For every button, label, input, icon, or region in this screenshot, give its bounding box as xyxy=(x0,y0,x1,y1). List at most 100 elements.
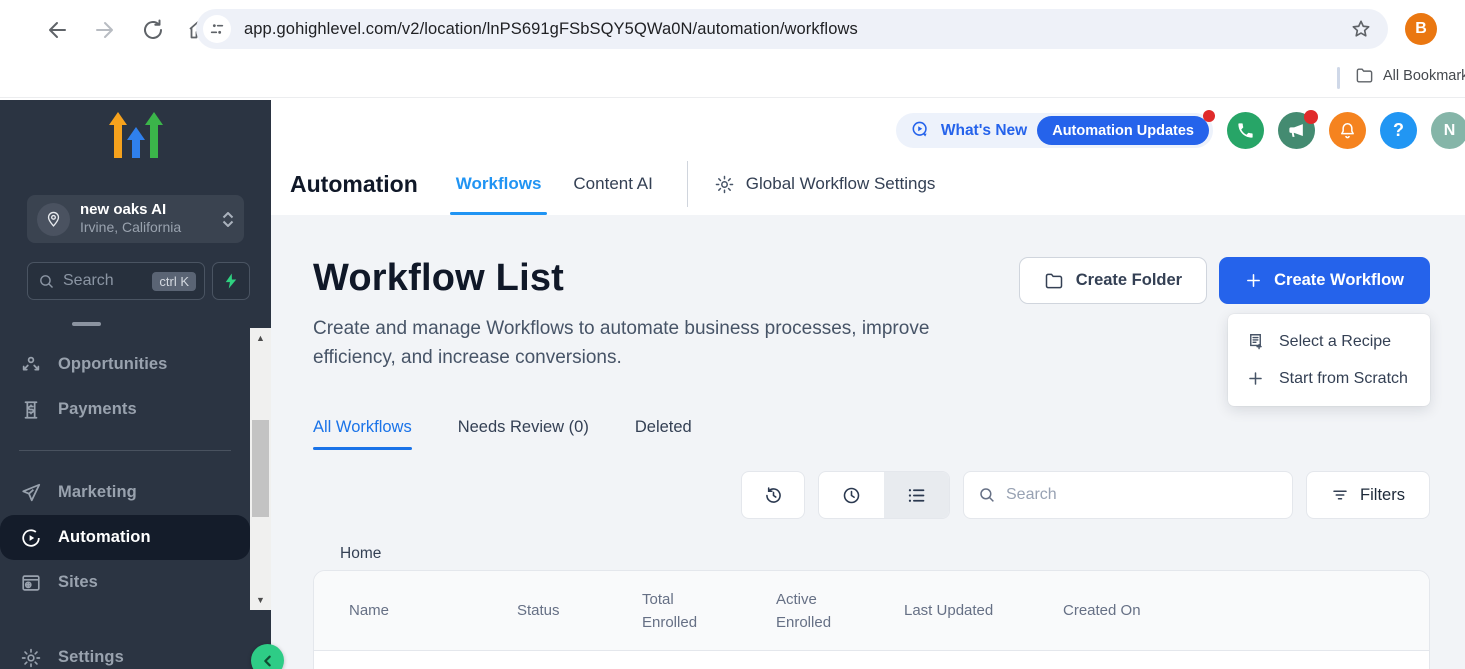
plus-icon xyxy=(1245,272,1262,289)
site-info-icon[interactable] xyxy=(203,15,231,43)
sidebar-collapse-button[interactable] xyxy=(251,644,284,669)
tab-all-workflows[interactable]: All Workflows xyxy=(313,418,412,450)
url-bar[interactable]: app.gohighlevel.com/v2/location/lnPS691g… xyxy=(196,9,1388,49)
content-header: Automation Workflows Content AI Global W… xyxy=(271,100,1465,215)
content-body: Workflow List Create and manage Workflow… xyxy=(271,215,1465,669)
sidebar-divider xyxy=(19,450,231,451)
payments-icon xyxy=(19,398,43,422)
back-icon[interactable] xyxy=(45,18,69,42)
sites-icon xyxy=(19,571,43,595)
sidebar-item-settings[interactable]: Settings xyxy=(0,635,250,669)
location-selector[interactable]: new oaks AI Irvine, California xyxy=(27,195,244,243)
url-text: app.gohighlevel.com/v2/location/lnPS691g… xyxy=(244,20,858,39)
bookmarks-bar: All Bookmarks xyxy=(0,58,1465,98)
history-icon xyxy=(763,485,784,506)
breadcrumb[interactable]: Home xyxy=(340,545,1465,563)
column-header-total-enrolled: Total Enrolled xyxy=(642,588,776,634)
menu-item-select-recipe[interactable]: Select a Recipe xyxy=(1228,323,1430,360)
location-pin-icon xyxy=(37,203,70,236)
bookmark-star-icon[interactable] xyxy=(1350,18,1372,40)
sidebar-search-input[interactable] xyxy=(63,272,152,290)
whats-new-label: What's New xyxy=(941,122,1027,140)
bell-icon xyxy=(1338,121,1357,140)
scrollbar-thumb[interactable] xyxy=(252,420,269,517)
notifications-button[interactable] xyxy=(1329,112,1366,149)
phone-icon xyxy=(1236,121,1255,140)
column-header-created-on: Created On xyxy=(1063,599,1429,622)
sidebar-item-marketing[interactable]: Marketing xyxy=(0,470,250,515)
column-header-name: Name xyxy=(314,599,517,622)
sidebar-item-opportunities[interactable]: Opportunities xyxy=(0,342,250,387)
automation-updates-badge[interactable]: Automation Updates xyxy=(1037,116,1209,145)
workflow-table: Name Status Total Enrolled Active Enroll… xyxy=(313,570,1430,669)
workflow-filter-tabs: All Workflows Needs Review (0) Deleted xyxy=(313,418,1465,450)
column-header-active-enrolled: Active Enrolled xyxy=(776,588,904,634)
list-toolbar: Filters xyxy=(271,471,1430,519)
tab-content-ai[interactable]: Content AI xyxy=(573,153,652,215)
announcements-button[interactable] xyxy=(1278,112,1315,149)
workflow-list-title: Workflow List xyxy=(313,257,1013,300)
location-name: new oaks AI xyxy=(80,201,166,218)
list-view-button[interactable] xyxy=(884,472,949,518)
browser-toolbar: app.gohighlevel.com/v2/location/lnPS691g… xyxy=(0,0,1465,58)
scrolled-item-fragment xyxy=(72,322,101,326)
workflow-search-input[interactable] xyxy=(1006,486,1278,504)
filters-button[interactable]: Filters xyxy=(1306,471,1430,519)
whats-new-icon xyxy=(910,120,931,141)
folder-icon xyxy=(1044,271,1064,291)
recent-view-button[interactable] xyxy=(819,472,884,518)
help-button[interactable]: ? xyxy=(1380,112,1417,149)
location-city: Irvine, California xyxy=(80,219,181,235)
create-folder-button[interactable]: Create Folder xyxy=(1019,257,1207,304)
scroll-up-arrow-icon[interactable]: ▲ xyxy=(250,330,271,346)
automation-icon xyxy=(19,526,43,550)
bookmarks-divider xyxy=(1337,67,1340,89)
forward-icon[interactable] xyxy=(93,18,117,42)
gear-icon xyxy=(714,174,735,195)
sidebar: new oaks AI Irvine, California ctrl K Op… xyxy=(0,100,271,669)
sidebar-item-payments[interactable]: Payments xyxy=(0,387,250,432)
whats-new-pill[interactable]: What's New Automation Updates xyxy=(896,113,1213,148)
gear-icon xyxy=(19,646,43,669)
screen: app.gohighlevel.com/v2/location/lnPS691g… xyxy=(0,0,1465,669)
quick-actions-button[interactable] xyxy=(212,262,250,300)
column-header-last-updated: Last Updated xyxy=(904,599,1063,622)
all-bookmarks-button[interactable]: All Bookmarks xyxy=(1355,66,1465,85)
view-toggle xyxy=(818,471,950,519)
recipe-icon xyxy=(1246,332,1265,351)
main-content: Automation Workflows Content AI Global W… xyxy=(271,100,1465,669)
menu-item-start-from-scratch[interactable]: Start from Scratch xyxy=(1228,360,1430,397)
filter-icon xyxy=(1331,486,1349,504)
workflow-search[interactable] xyxy=(963,471,1293,519)
list-icon xyxy=(906,485,927,506)
tab-needs-review[interactable]: Needs Review (0) xyxy=(458,418,589,450)
page-head-text: Workflow List Create and manage Workflow… xyxy=(313,257,1013,372)
browser-profile-avatar[interactable]: B xyxy=(1405,13,1437,45)
phone-button[interactable] xyxy=(1227,112,1264,149)
reload-icon[interactable] xyxy=(141,18,165,42)
user-avatar[interactable]: N xyxy=(1431,112,1465,149)
megaphone-icon xyxy=(1287,121,1306,140)
chevron-left-icon xyxy=(260,653,276,669)
sidebar-item-automation[interactable]: Automation xyxy=(0,515,250,560)
chevron-updown-icon xyxy=(222,212,234,227)
lightning-icon xyxy=(222,272,240,290)
sidebar-settings: Settings xyxy=(0,635,250,669)
sidebar-scrollbar[interactable]: ▲ ▼ xyxy=(250,328,271,610)
search-icon xyxy=(978,486,996,504)
header-divider xyxy=(687,161,688,207)
sidebar-search[interactable]: ctrl K xyxy=(27,262,205,300)
all-bookmarks-label: All Bookmarks xyxy=(1383,68,1465,84)
column-header-status: Status xyxy=(517,599,642,622)
tab-deleted[interactable]: Deleted xyxy=(635,418,692,450)
notification-dot xyxy=(1203,110,1215,122)
create-workflow-button[interactable]: Create Workflow xyxy=(1219,257,1430,304)
global-workflow-settings-link[interactable]: Global Workflow Settings xyxy=(714,153,936,215)
tab-workflows[interactable]: Workflows xyxy=(456,153,542,215)
folder-icon xyxy=(1355,66,1374,85)
scroll-down-arrow-icon[interactable]: ▼ xyxy=(250,592,271,608)
table-body xyxy=(314,651,1429,669)
sidebar-item-sites[interactable]: Sites xyxy=(0,560,250,605)
table-header-row: Name Status Total Enrolled Active Enroll… xyxy=(314,571,1429,651)
history-button[interactable] xyxy=(741,471,805,519)
